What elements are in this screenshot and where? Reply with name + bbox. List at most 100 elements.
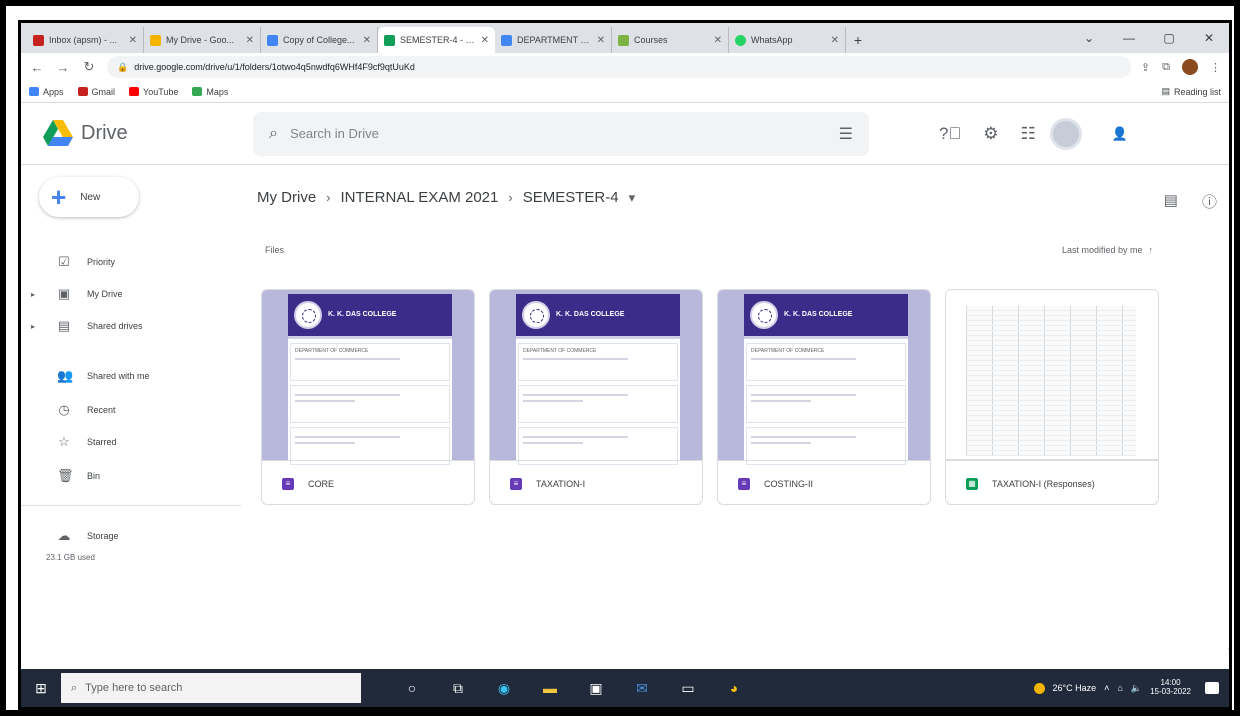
reading-list-label: Reading list bbox=[1173, 86, 1221, 97]
tab-title: Copy of College... bbox=[283, 35, 355, 45]
bookmark-maps[interactable]: Maps bbox=[192, 87, 228, 97]
chevron-up-icon[interactable]: ˄ bbox=[1104, 683, 1109, 693]
tab-favicon-icon bbox=[618, 34, 629, 46]
extensions-icon[interactable]: ⧉ bbox=[1162, 61, 1170, 74]
file-card[interactable]: K. K. DAS COLLEGE DEPARTMENT OF COMMERCE… bbox=[489, 289, 703, 505]
url-field[interactable]: 🔒 drive.google.com/drive/u/1/folders/1ot… bbox=[107, 56, 1131, 78]
windows-start-icon[interactable]: ⊞ bbox=[21, 669, 61, 707]
browser-tab[interactable]: WhatsApp ✕ bbox=[729, 27, 846, 53]
breadcrumb-current-folder[interactable]: SEMESTER-4 bbox=[523, 189, 619, 206]
account-icon[interactable]: 👤 bbox=[1112, 126, 1128, 142]
new-button[interactable]: + New bbox=[39, 177, 139, 217]
sidebar-item-starred[interactable]: ☆ Starred bbox=[31, 431, 117, 453]
sidebar-item-shared-drives[interactable]: ▸ ▤ Shared drives bbox=[31, 315, 143, 337]
bookmark-apps[interactable]: Apps bbox=[29, 87, 64, 97]
file-card[interactable]: ▦ TAXATION-I (Responses) bbox=[945, 289, 1159, 505]
tab-search-icon[interactable]: ⌄ bbox=[1069, 23, 1109, 53]
bookmark-youtube[interactable]: YouTube bbox=[129, 87, 178, 97]
search-icon[interactable]: ⌕ bbox=[269, 125, 278, 143]
volume-icon[interactable]: 🔈 bbox=[1131, 683, 1142, 694]
close-icon[interactable]: ✕ bbox=[597, 35, 605, 46]
reload-icon[interactable]: ↻ bbox=[81, 59, 97, 75]
address-bar-row: ← → ↻ 🔒 drive.google.com/drive/u/1/folde… bbox=[21, 53, 1229, 81]
task-view-icon[interactable]: ⧉ bbox=[445, 676, 471, 700]
settings-gear-icon[interactable]: ⚙ bbox=[983, 124, 998, 144]
close-icon[interactable]: ✕ bbox=[363, 35, 371, 46]
sidebar-item-my-drive[interactable]: ▸ ▣ My Drive bbox=[31, 283, 123, 305]
drive-logo-icon bbox=[43, 120, 73, 146]
college-seal-icon bbox=[522, 301, 550, 329]
back-icon[interactable]: ← bbox=[29, 60, 45, 75]
cortana-icon[interactable]: ○ bbox=[399, 676, 425, 700]
expand-icon[interactable]: ▸ bbox=[31, 322, 41, 331]
chevron-right-icon: › bbox=[508, 190, 513, 205]
thumb-college-name: K. K. DAS COLLEGE bbox=[328, 311, 397, 319]
browser-tab-active[interactable]: SEMESTER-4 - G... ✕ bbox=[378, 27, 495, 53]
list-view-icon[interactable]: ▤ bbox=[1164, 191, 1178, 212]
help-icon[interactable]: ?⃝ bbox=[939, 124, 961, 144]
store-icon[interactable]: ▣ bbox=[583, 676, 609, 700]
sidebar-item-bin[interactable]: 🗑 Bin bbox=[31, 465, 100, 487]
weather-text[interactable]: 26°C Haze bbox=[1053, 683, 1097, 693]
profile-avatar[interactable] bbox=[1182, 59, 1198, 75]
section-label-files: Files bbox=[265, 245, 285, 255]
sidebar-item-label: Priority bbox=[87, 257, 116, 267]
tab-title: Courses bbox=[634, 35, 668, 45]
close-icon[interactable]: ✕ bbox=[481, 35, 489, 46]
browser-tab[interactable]: Inbox (apsm) - ... ✕ bbox=[27, 27, 144, 53]
browser-tab[interactable]: Courses ✕ bbox=[612, 27, 729, 53]
expand-icon[interactable]: ▸ bbox=[31, 290, 41, 299]
clock[interactable]: 14:00 15-03-2022 bbox=[1150, 678, 1191, 697]
org-avatar[interactable] bbox=[1049, 117, 1082, 150]
weather-icon[interactable] bbox=[1033, 682, 1045, 694]
new-tab-button[interactable]: + bbox=[846, 27, 870, 53]
browser-tab[interactable]: DEPARTMENT O... ✕ bbox=[495, 27, 612, 53]
close-icon[interactable]: ✕ bbox=[831, 35, 839, 46]
notification-icon[interactable] bbox=[1205, 682, 1219, 694]
close-icon[interactable]: ✕ bbox=[714, 35, 722, 46]
sidebar-item-priority[interactable]: ☑ Priority bbox=[31, 251, 115, 273]
arrow-up-icon[interactable]: ↑ bbox=[1149, 245, 1154, 255]
search-options-icon[interactable]: ☰ bbox=[839, 124, 853, 144]
close-icon[interactable]: ✕ bbox=[129, 35, 137, 46]
browser-tab[interactable]: My Drive - Goo... ✕ bbox=[144, 27, 261, 53]
network-icon[interactable]: ⌂ bbox=[1117, 683, 1122, 693]
people-icon: 👥 bbox=[57, 368, 74, 383]
info-icon[interactable]: ⓘ bbox=[1202, 191, 1217, 212]
edge-icon[interactable]: ◉ bbox=[491, 676, 517, 700]
share-icon[interactable]: ⇪ bbox=[1141, 61, 1150, 74]
menu-dots-icon[interactable]: ⋮ bbox=[1210, 61, 1221, 74]
file-explorer-icon[interactable]: ▬ bbox=[537, 676, 563, 700]
sidebar-item-shared-with-me[interactable]: 👥 Shared with me bbox=[31, 365, 150, 387]
taskbar-search-input[interactable]: Type here to search bbox=[85, 682, 182, 694]
sidebar-item-label: Starred bbox=[87, 437, 117, 447]
chevron-down-icon[interactable]: ▾ bbox=[629, 190, 636, 206]
minimize-icon[interactable]: — bbox=[1109, 23, 1149, 53]
maximize-icon[interactable]: ▢ bbox=[1149, 23, 1189, 53]
reading-list-button[interactable]: ▤ Reading list bbox=[1161, 86, 1221, 97]
drive-logo[interactable]: Drive bbox=[21, 120, 241, 147]
close-icon[interactable]: ✕ bbox=[246, 35, 254, 46]
spreadsheet-preview bbox=[966, 306, 1136, 456]
breadcrumb-my-drive[interactable]: My Drive bbox=[257, 189, 316, 206]
file-card[interactable]: K. K. DAS COLLEGE DEPARTMENT OF COMMERCE… bbox=[261, 289, 475, 505]
close-window-icon[interactable]: ✕ bbox=[1189, 23, 1229, 53]
sidebar-item-storage[interactable]: ☁ Storage bbox=[31, 525, 119, 547]
sidebar-item-recent[interactable]: ◷ Recent bbox=[31, 399, 115, 421]
search-bar[interactable]: ⌕ Search in Drive ☰ bbox=[253, 111, 869, 156]
chrome-icon[interactable]: ◕ bbox=[721, 676, 747, 700]
sidebar-divider bbox=[21, 505, 241, 506]
breadcrumb-internal-exam[interactable]: INTERNAL EXAM 2021 bbox=[341, 189, 499, 206]
forward-icon[interactable]: → bbox=[55, 60, 71, 75]
search-input[interactable]: Search in Drive bbox=[290, 126, 827, 141]
scroll-indicator-icon[interactable]: ‹ bbox=[1228, 643, 1229, 653]
apps-grid-icon[interactable]: ☷ bbox=[1020, 124, 1035, 144]
terminal-icon[interactable]: ▭ bbox=[675, 676, 701, 700]
file-thumbnail: K. K. DAS COLLEGE DEPARTMENT OF COMMERCE bbox=[490, 290, 702, 465]
bookmark-gmail[interactable]: Gmail bbox=[77, 87, 115, 97]
mail-icon[interactable]: ✉ bbox=[629, 676, 655, 700]
file-card[interactable]: K. K. DAS COLLEGE DEPARTMENT OF COMMERCE… bbox=[717, 289, 931, 505]
browser-tab[interactable]: Copy of College... ✕ bbox=[261, 27, 378, 53]
taskbar-search[interactable]: ⌕ Type here to search bbox=[61, 673, 361, 703]
sort-control[interactable]: Last modified by me ↑ bbox=[1062, 245, 1153, 255]
